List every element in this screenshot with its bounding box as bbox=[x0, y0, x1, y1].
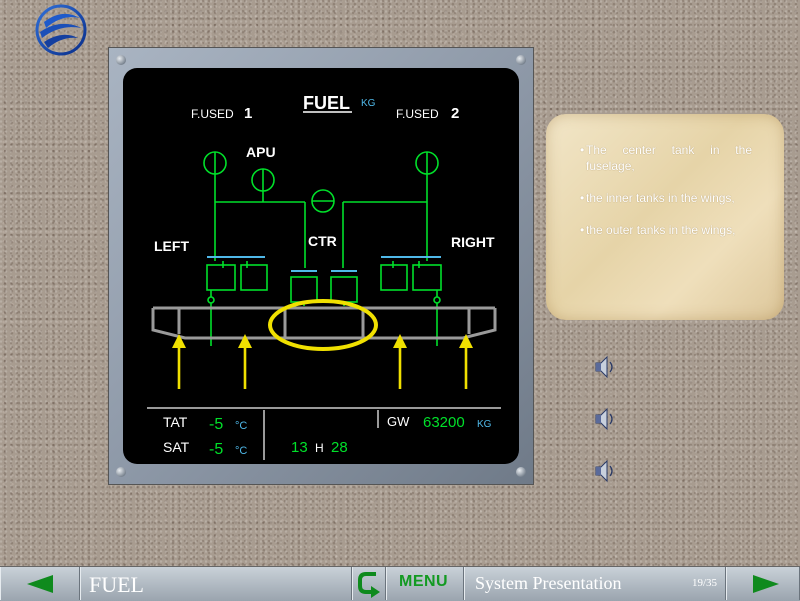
fuel-used-1-number: 1 bbox=[244, 105, 252, 122]
sat-label: SAT bbox=[163, 439, 190, 455]
title-unit: KG bbox=[361, 98, 376, 109]
tat-value: -5 bbox=[209, 416, 223, 433]
page-number: 19/35 bbox=[691, 577, 717, 589]
time-hours: 13 bbox=[291, 439, 308, 456]
screw bbox=[116, 467, 126, 477]
info-card: The center tank in the fuselage, the inn… bbox=[546, 114, 784, 320]
gw-unit: KG bbox=[477, 419, 492, 430]
speaker-icon[interactable] bbox=[590, 354, 618, 380]
left-label: LEFT bbox=[154, 238, 189, 254]
ecam-fuel-page: FUEL KG F.USED 1 F.USED 2 APU CTR LEFT R… bbox=[123, 68, 519, 464]
info-list: The center tank in the fuselage, the inn… bbox=[546, 114, 784, 238]
return-arrow-icon bbox=[358, 572, 380, 598]
fuel-lines bbox=[203, 151, 442, 346]
next-page-button[interactable] bbox=[726, 567, 800, 600]
menu-button[interactable]: MENU bbox=[386, 567, 464, 600]
tat-unit: °C bbox=[235, 420, 247, 432]
apu-label: APU bbox=[246, 144, 276, 160]
navigation-bar: FUEL MENU System Presentation 19/35 bbox=[0, 566, 800, 601]
arrow-right-icon bbox=[753, 575, 779, 593]
presentation-title-cell: System Presentation 19/35 bbox=[464, 567, 726, 600]
presentation-title: System Presentation bbox=[475, 573, 622, 593]
arrow-left-icon bbox=[27, 575, 53, 593]
fuel-used-1-label: F.USED bbox=[191, 107, 234, 121]
screw bbox=[516, 55, 526, 65]
return-button[interactable] bbox=[352, 567, 386, 600]
tank-pointer-arrows bbox=[172, 334, 473, 389]
tat-label: TAT bbox=[163, 414, 188, 430]
gw-label: GW bbox=[387, 414, 410, 429]
time-h-label: H bbox=[315, 441, 324, 455]
fuel-used-2-number: 2 bbox=[451, 105, 459, 122]
list-item: the inner tanks in the wings, bbox=[580, 190, 752, 206]
previous-page-button[interactable] bbox=[0, 567, 80, 600]
airline-logo-icon bbox=[35, 4, 87, 56]
right-label: RIGHT bbox=[451, 234, 495, 250]
time-minutes: 28 bbox=[331, 439, 348, 456]
section-title: FUEL bbox=[89, 572, 144, 597]
wing-tank-outline bbox=[151, 306, 497, 340]
speaker-icon[interactable] bbox=[590, 458, 618, 484]
section-title-cell: FUEL bbox=[80, 567, 352, 600]
list-item: The center tank in the fuselage, bbox=[580, 142, 752, 174]
gw-value: 63200 bbox=[423, 414, 465, 431]
ctr-label: CTR bbox=[308, 233, 337, 249]
menu-label: MENU bbox=[399, 573, 449, 590]
speaker-icon[interactable] bbox=[590, 406, 618, 432]
sat-value: -5 bbox=[209, 441, 223, 458]
list-item: the outer tanks in the wings, bbox=[580, 222, 752, 238]
sat-unit: °C bbox=[235, 445, 247, 457]
pump-indicators bbox=[207, 256, 441, 272]
screw bbox=[116, 55, 126, 65]
page-title: FUEL bbox=[303, 93, 350, 113]
screw bbox=[516, 467, 526, 477]
fuel-used-2-label: F.USED bbox=[396, 107, 439, 121]
